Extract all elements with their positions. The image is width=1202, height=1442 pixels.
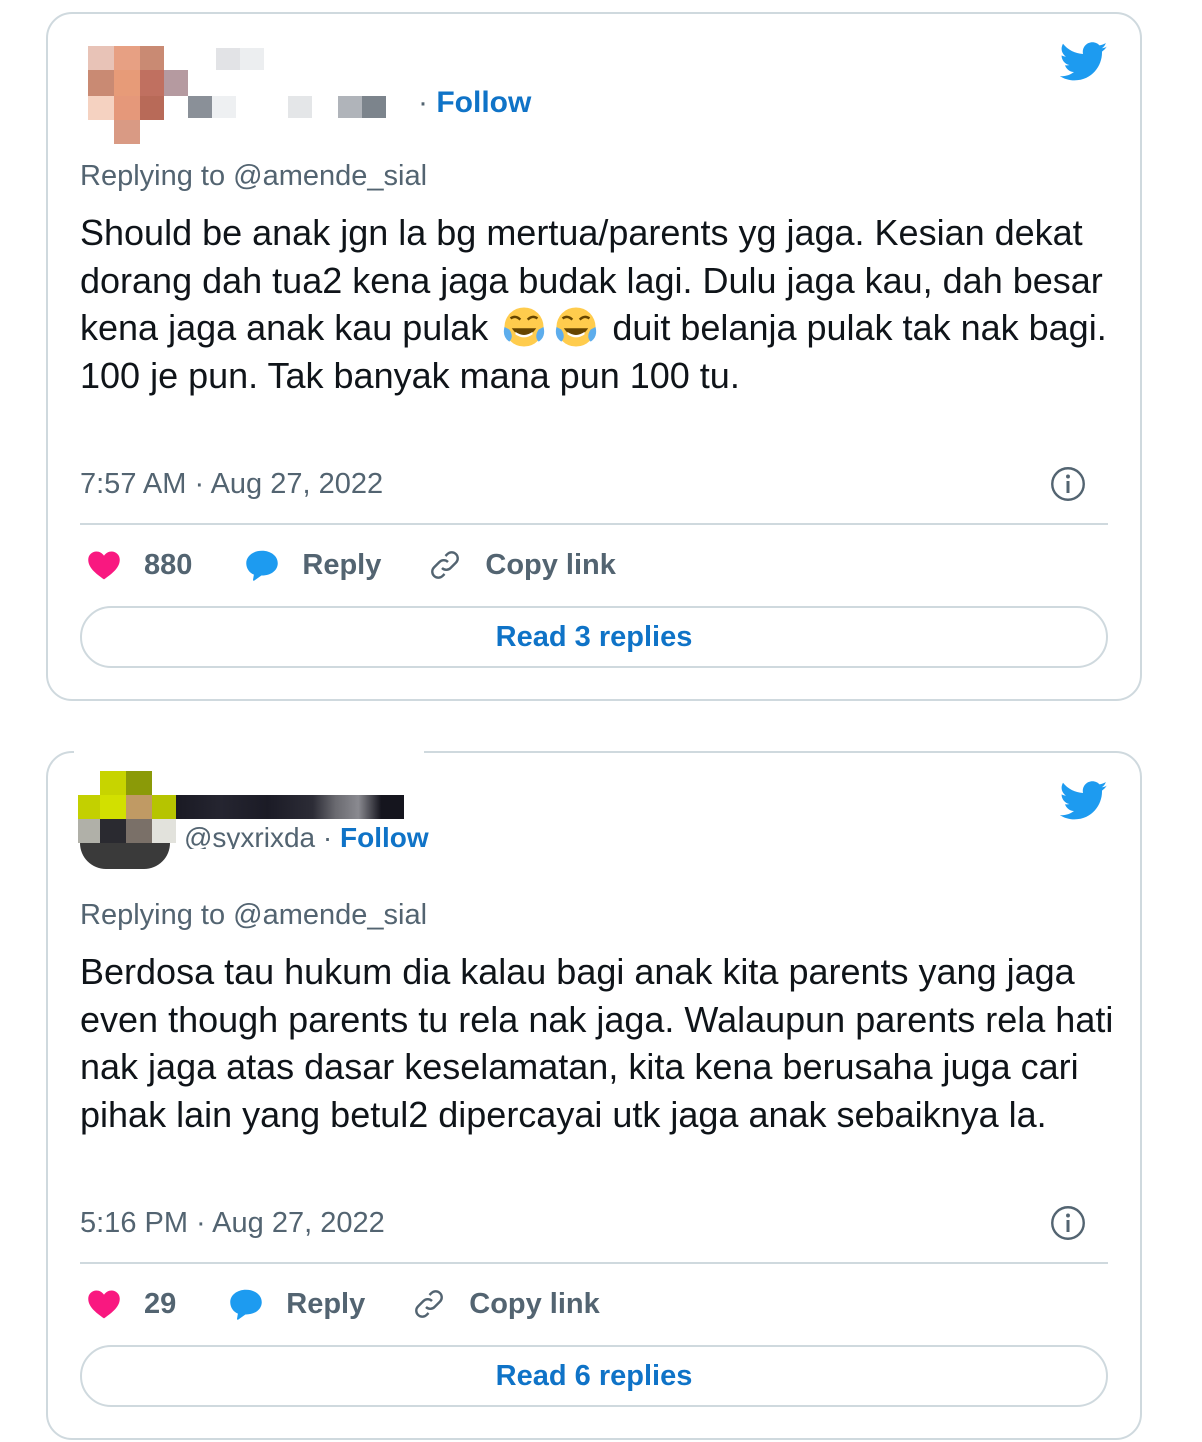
tears-of-joy-emoji-icon bbox=[556, 307, 597, 347]
tweet-card-2: @syxrixda · Follow Replying to @amende_s… bbox=[46, 751, 1142, 1440]
twitter-bird-icon[interactable] bbox=[1060, 42, 1108, 82]
divider bbox=[80, 523, 1108, 525]
info-icon[interactable] bbox=[1050, 1205, 1086, 1241]
tweet-text: Berdosa tau hukum dia kalau bagi anak ki… bbox=[80, 951, 1114, 1135]
tweet-card-1: · Follow Replying to @amende_sial Should… bbox=[46, 12, 1142, 701]
action-bar: 29 Reply Copy link bbox=[86, 1282, 600, 1326]
read-replies-button[interactable]: Read 6 replies bbox=[80, 1345, 1108, 1407]
separator-dot: · bbox=[322, 827, 333, 849]
copy-link-label: Copy link bbox=[485, 548, 616, 581]
tears-of-joy-emoji-icon bbox=[504, 307, 545, 347]
author-avatar-pixelated[interactable] bbox=[78, 771, 408, 881]
replying-to: Replying to @amende_sial bbox=[80, 899, 428, 931]
separator-dot: · bbox=[418, 86, 428, 119]
action-bar: 880 Reply Copy link bbox=[86, 543, 616, 587]
info-icon[interactable] bbox=[1050, 466, 1086, 502]
handle-line: @syxrixda · Follow bbox=[184, 827, 429, 849]
speech-bubble-icon bbox=[230, 1289, 263, 1320]
follow-button[interactable]: Follow bbox=[340, 827, 429, 849]
reply-label: Reply bbox=[302, 548, 382, 581]
timestamp[interactable]: 7:57 AM · Aug 27, 2022 bbox=[80, 468, 383, 501]
follow-line: · Follow bbox=[418, 86, 531, 120]
timestamp[interactable]: 5:16 PM · Aug 27, 2022 bbox=[80, 1207, 385, 1240]
like-count: 880 bbox=[144, 548, 193, 581]
copy-link-label: Copy link bbox=[469, 1287, 600, 1320]
reply-label: Reply bbox=[286, 1287, 366, 1320]
divider bbox=[80, 1262, 1108, 1264]
replying-to: Replying to @amende_sial bbox=[80, 160, 428, 192]
read-replies-button[interactable]: Read 3 replies bbox=[80, 606, 1108, 668]
author-handle[interactable]: @syxrixda bbox=[184, 827, 315, 849]
tweet-text: Should be anak jgn la bg mertua/parents … bbox=[80, 209, 1125, 399]
crop-mask bbox=[74, 745, 424, 755]
reply-button[interactable]: Reply bbox=[244, 547, 381, 583]
copy-link-button[interactable]: Copy link bbox=[427, 547, 616, 583]
heart-icon bbox=[88, 1290, 120, 1319]
heart-icon bbox=[88, 551, 120, 580]
link-icon bbox=[415, 1290, 444, 1318]
twitter-bird-icon[interactable] bbox=[1060, 781, 1108, 821]
follow-button[interactable]: Follow bbox=[436, 86, 531, 119]
reply-button[interactable]: Reply bbox=[228, 1286, 365, 1322]
like-button[interactable]: 880 bbox=[86, 547, 192, 583]
like-button[interactable]: 29 bbox=[86, 1286, 176, 1322]
author-avatar-pixelated[interactable] bbox=[88, 46, 398, 156]
copy-link-button[interactable]: Copy link bbox=[411, 1286, 600, 1322]
link-icon bbox=[431, 551, 460, 579]
speech-bubble-icon bbox=[246, 550, 279, 581]
like-count: 29 bbox=[144, 1287, 177, 1320]
